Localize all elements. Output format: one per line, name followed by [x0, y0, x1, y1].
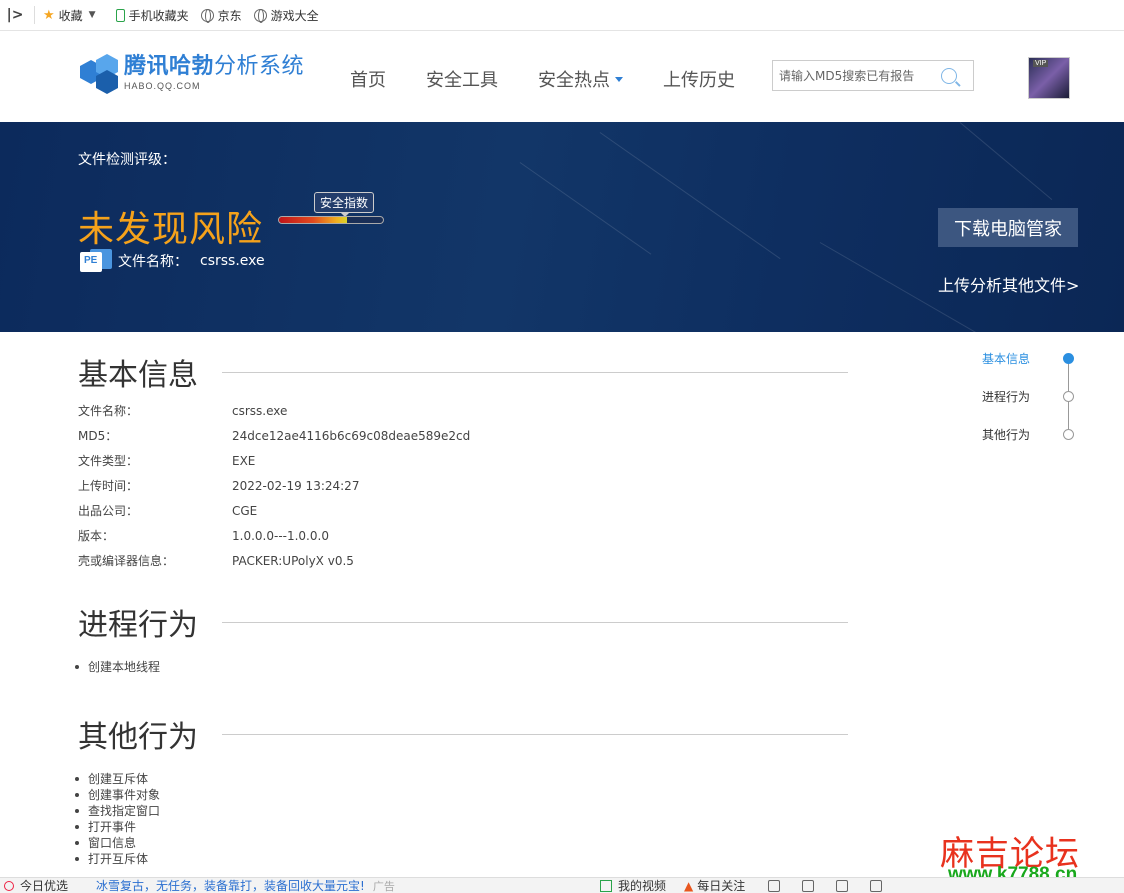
- basic-info-header: 基本信息: [78, 350, 848, 394]
- bookmark-label: 手机收藏夹: [128, 8, 189, 23]
- info-row: 文件类型： EXE: [78, 453, 256, 469]
- result-banner: 文件检测评级： 未发现风险 安全指数 PE 文件名称： csrss.exe 下载…: [0, 122, 1124, 332]
- ad-tag: 广告: [372, 879, 395, 893]
- list-item: 创建事件对象: [74, 788, 161, 802]
- habo-logo-icon: [80, 54, 120, 94]
- pe-file-icon: PE: [80, 249, 112, 273]
- browser-status-bar: 今日优选 冰雪复古，无任务，装备靠打，装备回收大量元宝! 广告 我的视频 ▲ 每…: [0, 877, 1124, 893]
- bookmark-jd[interactable]: 京东: [200, 7, 242, 24]
- caret-down-icon: [615, 76, 623, 82]
- list-item: 查找指定窗口: [74, 804, 161, 818]
- anchor-basic-info[interactable]: 基本信息: [982, 350, 1074, 367]
- status-ad[interactable]: 冰雪复古，无任务，装备靠打，装备回收大量元宝! 广告: [96, 878, 395, 893]
- process-title: 进程行为: [78, 608, 198, 643]
- chevron-down-icon[interactable]: ▼: [89, 10, 96, 20]
- anchor-dot-icon: [1063, 353, 1074, 364]
- nav-upload-history[interactable]: 上传历史: [663, 66, 735, 92]
- play-icon: [600, 879, 612, 892]
- rating-label: 文件检测评级：: [78, 152, 176, 168]
- rocket-icon[interactable]: [870, 879, 882, 892]
- anchor-other[interactable]: 其他行为: [982, 426, 1074, 443]
- phone-icon: [115, 8, 125, 22]
- bookmarks-divider: [34, 6, 35, 24]
- anchor-dot-icon: [1063, 429, 1074, 440]
- file-name-row: PE 文件名称： csrss.exe: [80, 249, 265, 273]
- section-anchor-nav: 基本信息 进程行为 其他行为: [982, 346, 1082, 446]
- shield-icon[interactable]: [768, 879, 780, 892]
- list-item: 创建互斥体: [74, 771, 160, 787]
- file-name-label: 文件名称：: [118, 254, 188, 270]
- process-header: 进程行为: [78, 600, 848, 644]
- image-icon[interactable]: [802, 879, 814, 892]
- list-item: 打开事件: [74, 819, 160, 835]
- bookmark-games[interactable]: 游戏大全: [253, 7, 319, 24]
- bookmark-label: 游戏大全: [270, 8, 319, 23]
- basic-info-table: 文件名称： csrss.exe MD5： 24dce12ae4116b6c69c08…: [78, 398, 470, 573]
- nav-security-tools[interactable]: 安全工具: [426, 66, 498, 92]
- basic-info-title: 基本信息: [78, 358, 198, 393]
- info-row: 出品公司： CGE: [78, 503, 258, 519]
- md5-search: [772, 60, 974, 91]
- upload-other-file-link[interactable]: 上传分析其他文件>: [938, 272, 1079, 296]
- vip-badge: VIP: [1033, 60, 1049, 67]
- list-item: 窗口信息: [74, 835, 160, 851]
- safety-index-fill: [279, 217, 347, 223]
- site-watermark: 麻吉论坛 www.k7788.cn: [940, 826, 1080, 885]
- globe-icon: [200, 8, 214, 23]
- info-row: MD5： 24dce12ae4116b6c69c08deae589e2cd: [78, 428, 471, 444]
- md5-search-input[interactable]: [773, 61, 933, 90]
- bookmark-label: 京东: [217, 8, 242, 23]
- file-name-value: csrss.exe: [200, 253, 265, 269]
- avatar[interactable]: VIP: [1028, 57, 1070, 99]
- logo-title: 腾讯哈勃分析系统: [124, 54, 305, 79]
- safety-index-bar: [278, 216, 384, 224]
- info-row: 文件名称： csrss.exe: [78, 403, 288, 419]
- section-divider: [222, 621, 848, 623]
- anchor-dot-icon: [1063, 391, 1074, 402]
- other-list: 创建互斥体 创建事件对象 查找指定窗口 打开事件 窗口信息 打开互斥体: [74, 771, 161, 867]
- sidebar-toggle-icon[interactable]: |>: [0, 7, 30, 23]
- main-nav: 首页 安全工具 安全热点 上传历史: [350, 66, 775, 92]
- section-divider: [222, 371, 848, 373]
- flame-icon: ▲: [684, 878, 694, 893]
- today-icon: [4, 880, 14, 891]
- search-icon[interactable]: [941, 67, 957, 84]
- habo-logo[interactable]: 腾讯哈勃分析系统 HABO.QQ.COM: [80, 54, 304, 94]
- bookmarks-bar: |> ★ 收藏 ▼ 手机收藏夹 京东 游戏大全: [0, 0, 1124, 31]
- section-divider: [222, 733, 848, 735]
- info-row: 壳或编译器信息： PACKER:UPolyX v0.5: [78, 553, 354, 569]
- nav-security-hot[interactable]: 安全热点: [538, 66, 623, 92]
- heart-icon[interactable]: [836, 879, 848, 892]
- daily-follow-label: 每日关注: [697, 879, 746, 893]
- info-row: 上传时间： 2022-02-19 13:24:27: [78, 478, 360, 494]
- other-title: 其他行为: [78, 720, 198, 755]
- daily-follow[interactable]: ▲ 每日关注: [684, 878, 746, 893]
- download-pc-manager-button[interactable]: 下载电脑管家: [938, 208, 1078, 247]
- status-tools: [768, 879, 904, 892]
- nav-security-hot-label: 安全热点: [538, 70, 610, 91]
- verdict-text: 未发现风险: [78, 209, 264, 250]
- anchor-process[interactable]: 进程行为: [982, 388, 1074, 405]
- list-item: 打开互斥体: [74, 851, 160, 867]
- other-header: 其他行为: [78, 712, 848, 756]
- site-header: 腾讯哈勃分析系统 HABO.QQ.COM 首页 安全工具 安全热点 上传历史 V…: [0, 31, 1124, 122]
- logo-subtitle: HABO.QQ.COM: [124, 81, 201, 91]
- bookmark-favorites[interactable]: ★ 收藏 ▼: [43, 7, 104, 24]
- my-videos[interactable]: 我的视频: [600, 878, 667, 893]
- list-item: 创建本地线程: [74, 660, 161, 674]
- nav-home[interactable]: 首页: [350, 66, 386, 92]
- star-icon: ★: [43, 7, 55, 23]
- info-row: 版本： 1.0.0.0---1.0.0.0: [78, 528, 329, 544]
- safety-index: 安全指数: [278, 192, 384, 226]
- bookmark-label: 收藏: [58, 8, 83, 23]
- safety-index-label: 安全指数: [314, 192, 375, 217]
- today-picks[interactable]: 今日优选: [4, 878, 69, 893]
- my-videos-label: 我的视频: [618, 879, 667, 893]
- globe-icon: [253, 8, 267, 23]
- bookmark-mobile[interactable]: 手机收藏夹: [115, 7, 189, 24]
- ad-text: 冰雪复古，无任务，装备靠打，装备回收大量元宝!: [96, 879, 365, 893]
- today-label: 今日优选: [20, 879, 69, 893]
- process-list: 创建本地线程: [74, 659, 161, 675]
